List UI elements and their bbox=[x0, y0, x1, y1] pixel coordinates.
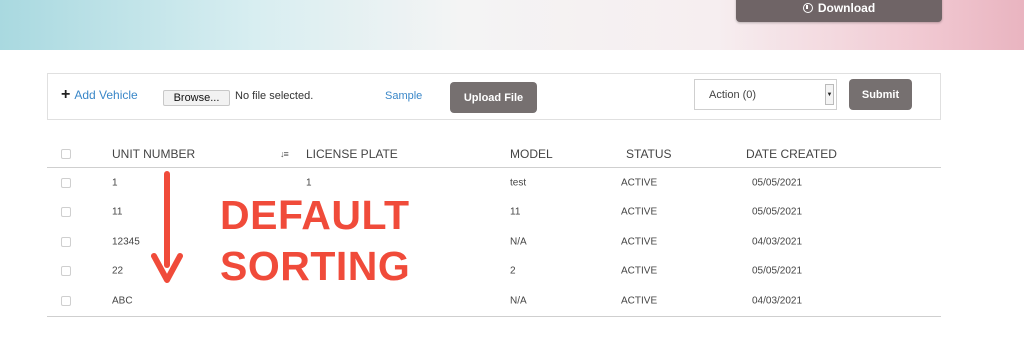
submit-button[interactable]: Submit bbox=[849, 79, 912, 110]
default-sorting-annotation: DEFAULT SORTING bbox=[220, 190, 410, 292]
model-cell: test bbox=[510, 177, 527, 189]
date-created-cell: 05/05/2021 bbox=[752, 265, 803, 277]
download-button[interactable]: Download bbox=[736, 0, 942, 22]
column-header-unit-number[interactable]: UNIT NUMBER bbox=[112, 147, 195, 161]
column-header-status[interactable]: STATUS bbox=[626, 147, 672, 161]
model-cell: 11 bbox=[510, 206, 521, 218]
download-button-label: Download bbox=[817, 1, 876, 15]
select-all-checkbox[interactable] bbox=[61, 148, 71, 159]
column-header-license-plate[interactable]: LICENSE PLATE bbox=[306, 147, 398, 161]
download-circle-icon bbox=[802, 3, 813, 13]
model-cell: N/A bbox=[510, 295, 527, 307]
action-select[interactable]: Action (0) ▼ bbox=[694, 79, 837, 110]
annotation-line-2: SORTING bbox=[220, 243, 411, 289]
status-cell: ACTIVE bbox=[621, 295, 658, 307]
table-header-row: UNIT NUMBER ↓≡ LICENSE PLATE MODEL STATU… bbox=[47, 140, 941, 168]
date-created-cell: 05/05/2021 bbox=[752, 206, 803, 218]
table-row[interactable]: ABC N/A ACTIVE 04/03/2021 bbox=[47, 286, 941, 317]
status-cell: ACTIVE bbox=[621, 236, 658, 248]
status-cell: ACTIVE bbox=[621, 265, 658, 277]
unit-number-cell: 22 bbox=[112, 265, 124, 277]
annotation-down-arrow bbox=[151, 171, 183, 283]
upload-file-button[interactable]: Upload File bbox=[450, 82, 537, 113]
add-vehicle-link[interactable]: + Add Vehicle bbox=[61, 86, 138, 103]
action-select-value: Action (0) bbox=[709, 89, 757, 101]
row-checkbox[interactable] bbox=[61, 177, 71, 188]
model-cell: N/A bbox=[510, 236, 527, 248]
column-header-model[interactable]: MODEL bbox=[510, 147, 553, 161]
file-status-text: No file selected. bbox=[235, 90, 314, 102]
status-cell: ACTIVE bbox=[621, 206, 658, 218]
status-cell: ACTIVE bbox=[621, 177, 658, 189]
date-created-cell: 05/05/2021 bbox=[752, 177, 803, 189]
column-header-date-created[interactable]: DATE CREATED bbox=[746, 147, 837, 161]
date-created-cell: 04/03/2021 bbox=[752, 236, 803, 248]
select-arrow-icon: ▼ bbox=[825, 84, 834, 105]
unit-number-cell: 1 bbox=[112, 177, 118, 189]
annotation-line-1: DEFAULT bbox=[220, 192, 410, 238]
sort-descending-icon[interactable]: ↓≡ bbox=[280, 149, 289, 159]
browse-file-button[interactable]: Browse... bbox=[163, 90, 230, 106]
model-cell: 2 bbox=[510, 265, 516, 277]
unit-number-cell: 11 bbox=[112, 206, 123, 218]
plus-icon: + bbox=[61, 86, 71, 103]
add-vehicle-label: Add Vehicle bbox=[74, 88, 138, 102]
sample-link[interactable]: Sample bbox=[385, 90, 422, 102]
row-checkbox[interactable] bbox=[61, 236, 71, 247]
date-created-cell: 04/03/2021 bbox=[752, 295, 803, 307]
row-checkbox[interactable] bbox=[61, 295, 71, 306]
row-checkbox[interactable] bbox=[61, 207, 71, 218]
license-plate-cell: 1 bbox=[306, 177, 312, 189]
unit-number-cell: 12345 bbox=[112, 236, 140, 248]
vehicle-toolbar: + Add Vehicle Browse... No file selected… bbox=[47, 73, 941, 120]
unit-number-cell: ABC bbox=[112, 295, 133, 307]
row-checkbox[interactable] bbox=[61, 266, 71, 277]
